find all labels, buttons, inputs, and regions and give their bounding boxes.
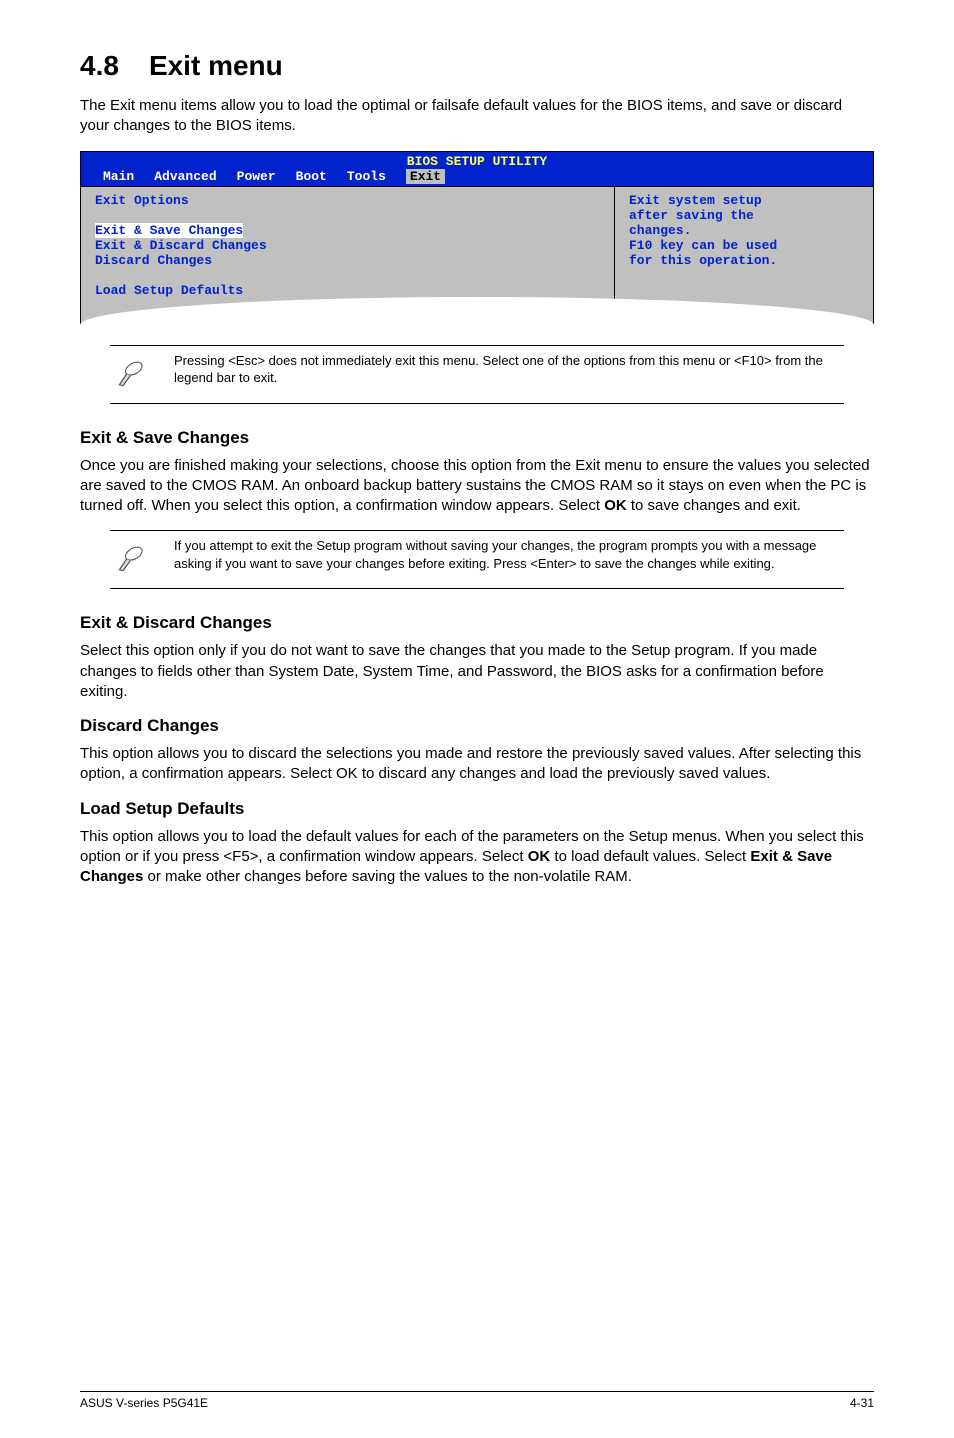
note-text: If you attempt to exit the Setup program… — [174, 537, 840, 572]
note-text: Pressing <Esc> does not immediately exit… — [174, 352, 840, 387]
intro-paragraph: The Exit menu items allow you to load th… — [80, 96, 874, 137]
ok-bold: OK — [528, 848, 551, 865]
subsection-discard-exit-text: Select this option only if you do not wa… — [80, 641, 874, 702]
subsection-discard-title: Discard Changes — [80, 716, 874, 736]
pencil-icon — [114, 537, 150, 582]
bios-tab-bar: Main Advanced Power Boot Tools Exit — [81, 169, 873, 187]
bios-item-save: Exit & Save Changes — [95, 223, 243, 238]
bios-help-line: Exit system setup — [629, 193, 859, 208]
note-block: If you attempt to exit the Setup program… — [110, 530, 844, 589]
section-title: Exit menu — [149, 50, 283, 82]
bios-tab-advanced: Advanced — [154, 169, 216, 184]
ok-text: OK — [336, 765, 358, 782]
pencil-icon — [114, 352, 150, 397]
bios-item-discard: Discard Changes — [95, 253, 600, 268]
footer-left: ASUS V-series P5G41E — [80, 1396, 208, 1410]
bios-screenshot: BIOS SETUP UTILITY Main Advanced Power B… — [80, 151, 874, 325]
bios-help-line: F10 key can be used — [629, 238, 859, 253]
bios-left-heading: Exit Options — [95, 193, 600, 208]
bios-item-defaults: Load Setup Defaults — [95, 283, 600, 298]
text-span: to save changes and exit. — [627, 497, 801, 514]
section-number: 4.8 — [80, 50, 119, 82]
bios-help-line: for this operation. — [629, 253, 859, 268]
bios-title: BIOS SETUP UTILITY — [81, 152, 873, 169]
bios-tab-main: Main — [103, 169, 134, 184]
bios-tab-boot: Boot — [296, 169, 327, 184]
footer-page-number: 4-31 — [850, 1396, 874, 1410]
bios-help-line: after saving the — [629, 208, 859, 223]
bios-tab-power: Power — [237, 169, 276, 184]
bios-tab-exit: Exit — [406, 169, 445, 184]
text-span: or make other changes before saving the … — [143, 868, 632, 885]
note-block: Pressing <Esc> does not immediately exit… — [110, 345, 844, 404]
bios-help-line: changes. — [629, 223, 859, 238]
footer: ASUS V-series P5G41E 4-31 — [80, 1391, 874, 1410]
subsection-discard-exit-title: Exit & Discard Changes — [80, 613, 874, 633]
bios-tab-tools: Tools — [347, 169, 386, 184]
bios-item-discard-exit: Exit & Discard Changes — [95, 238, 600, 253]
subsection-save-title: Exit & Save Changes — [80, 428, 874, 448]
text-span: to load default values. Select — [550, 848, 750, 865]
subsection-defaults-text: This option allows you to load the defau… — [80, 827, 874, 888]
text-span: to discard any changes and load the prev… — [358, 765, 771, 782]
subsection-discard-text: This option allows you to discard the se… — [80, 744, 874, 785]
ok-bold: OK — [604, 497, 627, 514]
subsection-defaults-title: Load Setup Defaults — [80, 799, 874, 819]
subsection-save-text: Once you are finished making your select… — [80, 456, 874, 517]
